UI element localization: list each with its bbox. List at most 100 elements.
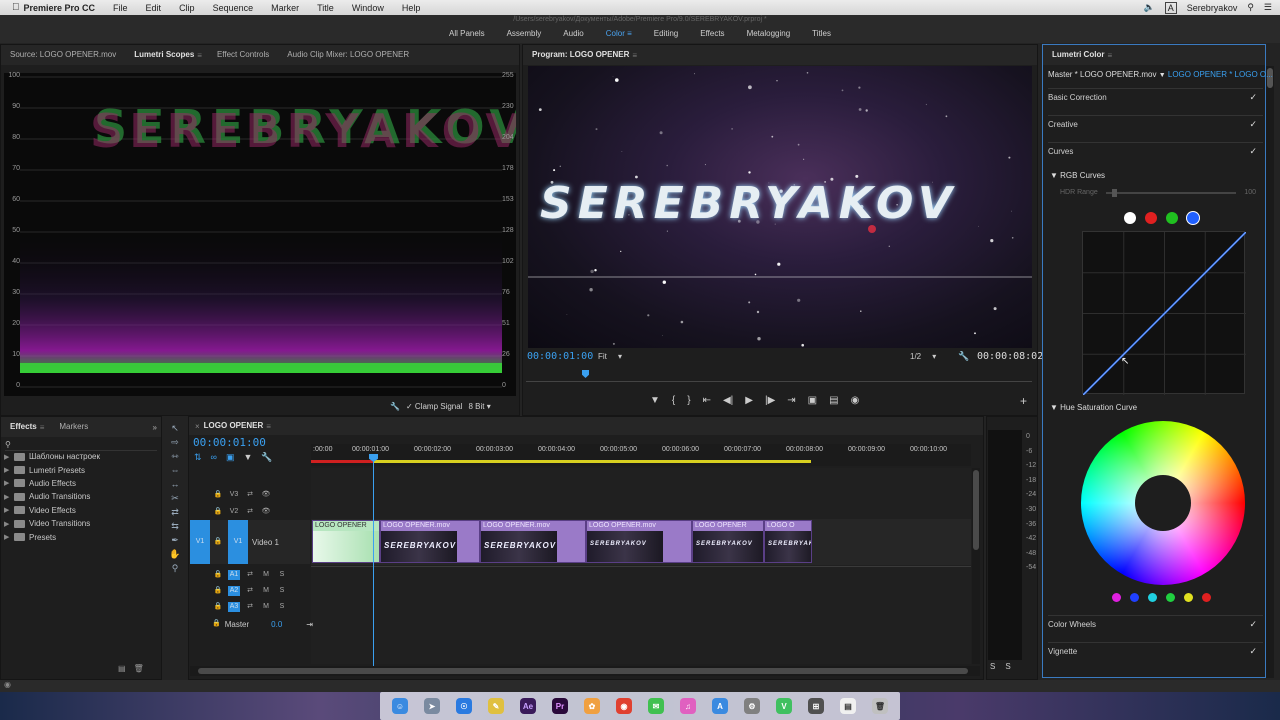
- mark-in-icon[interactable]: {: [672, 395, 675, 406]
- panel-menu-icon[interactable]: ≡: [266, 422, 271, 431]
- solo-button[interactable]: S: [276, 586, 288, 596]
- dock-document-icon[interactable]: ▤: [840, 698, 856, 714]
- timeline-playhead[interactable]: [373, 456, 374, 666]
- section-creative[interactable]: Creative ✓: [1048, 115, 1263, 133]
- snap-icon[interactable]: ⇅: [194, 452, 202, 463]
- extract-icon[interactable]: ▤: [829, 395, 838, 406]
- workspace-editing[interactable]: Editing: [643, 27, 689, 41]
- list-item[interactable]: ▶ Audio Effects: [4, 477, 154, 490]
- keyboard-input-icon[interactable]: A: [1164, 1, 1177, 14]
- rolling-edit-tool-icon[interactable]: ⇔: [168, 464, 182, 476]
- lock-icon[interactable]: 🔒: [212, 537, 224, 547]
- go-to-in-icon[interactable]: ⇤: [703, 395, 711, 406]
- hdr-slider[interactable]: [1105, 188, 1237, 197]
- zoom-tool-icon[interactable]: ⚲: [168, 562, 182, 574]
- workspace-effects[interactable]: Effects: [689, 27, 735, 41]
- menu-sequence[interactable]: Sequence: [204, 3, 263, 13]
- enable-checkbox[interactable]: ✓: [1249, 146, 1257, 157]
- list-item[interactable]: ▶ Шаблоны настроек: [4, 450, 154, 463]
- lock-icon[interactable]: 🔒: [212, 507, 224, 517]
- dock-calculator-icon[interactable]: ⊞: [808, 698, 824, 714]
- tab-markers[interactable]: Markers: [50, 417, 97, 437]
- go-to-out-icon[interactable]: ⇥: [787, 395, 795, 406]
- solo-right-button[interactable]: S: [1005, 662, 1010, 671]
- lock-icon[interactable]: 🔒: [212, 490, 224, 500]
- menu-file[interactable]: File: [104, 3, 137, 13]
- hue-saturation-wheel[interactable]: [1081, 421, 1245, 585]
- enable-checkbox[interactable]: ✓: [1249, 119, 1257, 130]
- dock-finder-icon[interactable]: ☺: [392, 698, 408, 714]
- timeline-clip[interactable]: LOGO OPENER.mov SEREBRYAKOV: [586, 520, 692, 563]
- source-patch-v1[interactable]: V1: [190, 520, 210, 564]
- search-icon[interactable]: ⚲: [1247, 2, 1254, 13]
- channel-green-dot[interactable]: [1166, 212, 1178, 224]
- disclosure-arrow-icon[interactable]: ▶: [4, 533, 10, 541]
- program-scrubber[interactable]: [526, 368, 1032, 382]
- lock-icon[interactable]: 🔒: [212, 619, 221, 629]
- timeline-timecode[interactable]: 00:00:01:00: [193, 436, 266, 449]
- sync-lock-icon[interactable]: ⇄: [244, 507, 256, 517]
- master-clip-label[interactable]: Master * LOGO OPENER.mov: [1048, 70, 1156, 79]
- track-name-v3[interactable]: V3: [228, 490, 240, 500]
- list-item[interactable]: ▶ Presets: [4, 530, 154, 543]
- hue-sat-header[interactable]: ▼ Hue Saturation Curve: [1050, 403, 1137, 412]
- step-back-icon[interactable]: ◀|: [723, 395, 733, 406]
- dock-premiere-icon[interactable]: Pr: [552, 698, 568, 714]
- section-color-wheels[interactable]: Color Wheels ✓: [1048, 615, 1263, 633]
- bit-depth-select[interactable]: 8 Bit ▾: [468, 402, 490, 411]
- section-curves[interactable]: Curves ✓: [1048, 142, 1263, 160]
- disclosure-arrow-icon[interactable]: ▶: [4, 479, 10, 487]
- section-basic-correction[interactable]: Basic Correction ✓: [1048, 88, 1263, 106]
- rgb-curves-header[interactable]: ▼ RGB Curves: [1050, 171, 1105, 180]
- track-name-a3[interactable]: A3: [228, 602, 240, 612]
- new-folder-icon[interactable]: ▤: [118, 664, 126, 673]
- panel-menu-icon[interactable]: ≡: [1107, 51, 1112, 60]
- dock-launchpad-icon[interactable]: ➤: [424, 698, 440, 714]
- program-video-frame[interactable]: SEREBRYAKOV: [528, 66, 1032, 348]
- mute-button[interactable]: M: [260, 570, 272, 580]
- track-select-tool-icon[interactable]: ⇨: [168, 436, 182, 448]
- close-icon[interactable]: ×: [189, 422, 200, 431]
- dock-photos-icon[interactable]: ✿: [584, 698, 600, 714]
- lumetri-title[interactable]: Lumetri Color: [1043, 45, 1113, 65]
- sync-lock-icon[interactable]: ⇄: [244, 570, 256, 580]
- dock-safari-icon[interactable]: ☉: [456, 698, 472, 714]
- settings-icon[interactable]: 🔧: [958, 351, 969, 362]
- insert-icon[interactable]: ▣: [226, 452, 235, 463]
- disclosure-arrow-icon[interactable]: ▶: [4, 506, 10, 514]
- disclosure-arrow-icon[interactable]: ▶: [4, 520, 10, 528]
- rate-stretch-tool-icon[interactable]: ↔: [168, 478, 182, 490]
- mute-button[interactable]: M: [260, 586, 272, 596]
- timeline-settings-icon[interactable]: 🔧: [261, 452, 272, 463]
- hdr-value[interactable]: 100: [1244, 189, 1256, 196]
- tab-audio-clip-mixer[interactable]: Audio Clip Mixer: LOGO OPENER: [278, 45, 418, 65]
- master-value[interactable]: 0.0: [271, 620, 282, 629]
- dock-notes-icon[interactable]: ✎: [488, 698, 504, 714]
- hue-magenta-dot[interactable]: [1112, 593, 1121, 602]
- mute-button[interactable]: M: [260, 602, 272, 612]
- timeline-clip[interactable]: LOGO OPENER.mov SEREBRYAKOV: [480, 520, 586, 563]
- channel-red-dot[interactable]: [1145, 212, 1157, 224]
- disclosure-arrow-icon[interactable]: ▶: [4, 453, 10, 461]
- channel-luma-dot[interactable]: [1124, 212, 1136, 224]
- menu-clip[interactable]: Clip: [170, 3, 204, 13]
- panel-overflow-icon[interactable]: »: [153, 423, 161, 432]
- linked-selection-icon[interactable]: ∞: [211, 452, 217, 463]
- enable-checkbox[interactable]: ✓: [1249, 646, 1257, 657]
- solo-left-button[interactable]: S: [990, 662, 995, 671]
- solo-button[interactable]: S: [276, 570, 288, 580]
- sequence-clip-label[interactable]: LOGO OPENER * LOGO O...: [1168, 70, 1273, 79]
- timeline-clip[interactable]: LOGO O SEREBRYAKOV: [764, 520, 812, 563]
- play-icon[interactable]: ▶: [745, 395, 753, 406]
- sync-lock-icon[interactable]: ⇄: [244, 602, 256, 612]
- mark-out-icon[interactable]: }: [687, 395, 690, 406]
- lock-icon[interactable]: 🔒: [212, 570, 224, 580]
- workspace-titles[interactable]: Titles: [801, 27, 842, 41]
- menu-marker[interactable]: Marker: [262, 3, 308, 13]
- list-item[interactable]: ▶ Audio Transitions: [4, 490, 154, 503]
- dock-trash-icon[interactable]: 🗑: [872, 698, 888, 714]
- hand-tool-icon[interactable]: ✋: [168, 548, 182, 560]
- playhead-icon[interactable]: [582, 370, 589, 378]
- eye-icon[interactable]: 👁: [260, 490, 272, 500]
- timeline-clip[interactable]: LOGO OPENER.mov SEREBRYAKOV: [380, 520, 480, 563]
